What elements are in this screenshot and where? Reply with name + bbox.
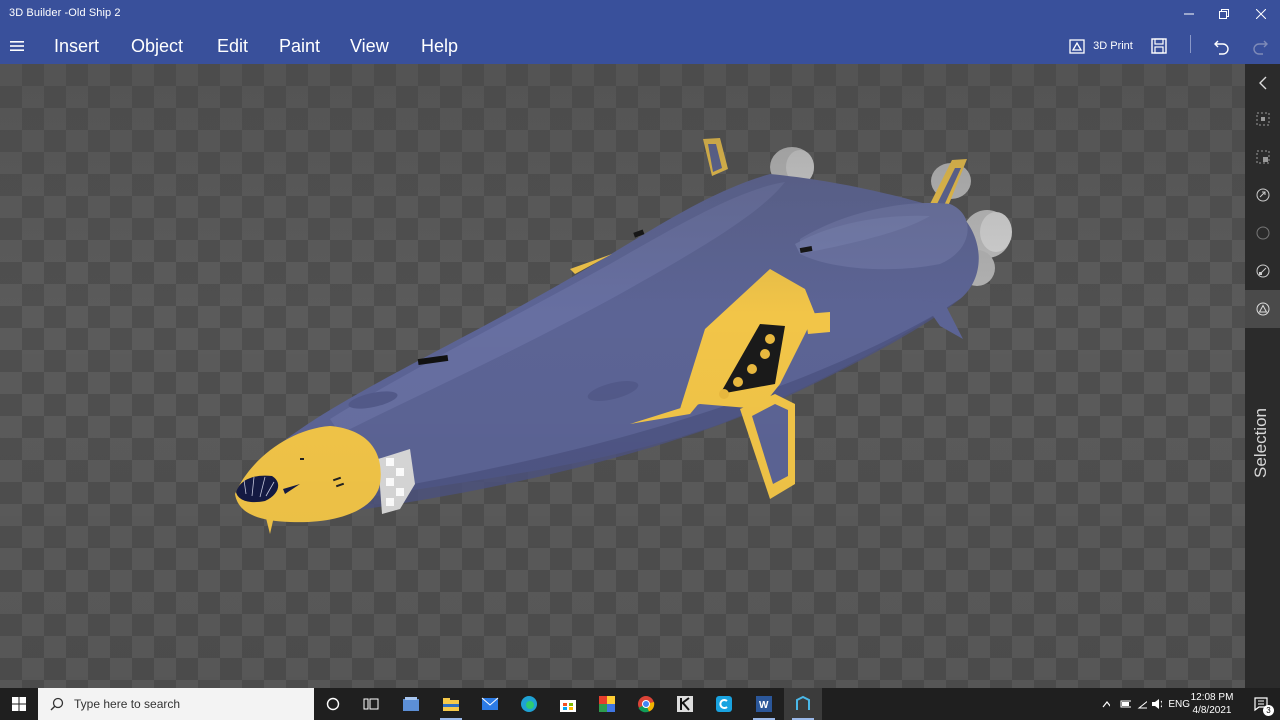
3d-print-label: 3D Print <box>1093 40 1133 52</box>
chevron-left-icon <box>1258 76 1266 90</box>
undo-button[interactable] <box>1208 28 1236 64</box>
taskbar-app-edge[interactable] <box>510 688 548 720</box>
windows-logo-icon <box>12 697 26 711</box>
title-bar: 3D Builder -Old Ship 2 <box>0 0 1280 28</box>
move-icon <box>1256 188 1269 202</box>
svg-text:W: W <box>759 700 769 711</box>
select-objects-icon <box>1256 112 1269 126</box>
language-indicator[interactable]: ENG <box>1168 699 1190 710</box>
tool-side-panel: Selection <box>1245 64 1280 688</box>
cortana-button[interactable] <box>314 688 352 720</box>
taskbar-app-k[interactable] <box>666 688 704 720</box>
rotate-icon <box>1256 226 1269 240</box>
word-icon: W <box>756 696 772 712</box>
selection-mode-button[interactable] <box>1245 290 1280 328</box>
menu-help[interactable]: Help <box>421 36 458 57</box>
taskbar-app-photos[interactable] <box>392 688 430 720</box>
save-icon <box>1151 38 1167 54</box>
chevron-up-icon[interactable] <box>1102 700 1110 708</box>
menu-paint[interactable]: Paint <box>279 36 320 57</box>
scale-button[interactable] <box>1245 252 1280 290</box>
minimize-button[interactable] <box>1172 0 1206 28</box>
mail-icon <box>481 697 499 710</box>
wifi-icon[interactable] <box>1137 698 1148 710</box>
taskbar-app-mail[interactable] <box>471 688 509 720</box>
task-view-button[interactable] <box>352 688 390 720</box>
search-icon <box>50 697 64 711</box>
system-tray: ENG <box>1100 688 1190 720</box>
clock-time: 12:08 PM <box>1190 692 1234 703</box>
start-button[interactable] <box>0 688 38 720</box>
taskbar-app-store[interactable] <box>549 688 587 720</box>
clock-date: 4/8/2021 <box>1192 705 1232 716</box>
move-button[interactable] <box>1245 176 1280 214</box>
redo-icon <box>1253 40 1268 55</box>
chrome-icon <box>638 696 655 713</box>
action-center-button[interactable]: 3 <box>1242 688 1280 720</box>
photos-app-icon <box>403 697 419 711</box>
collapse-panel-button[interactable] <box>1245 64 1280 102</box>
close-icon <box>1256 9 1266 19</box>
notification-badge: 3 <box>1263 705 1274 716</box>
toolbar-separator <box>1190 35 1191 53</box>
taskbar-app-maps[interactable] <box>588 688 626 720</box>
selection-panel-label[interactable]: Selection <box>1251 408 1271 478</box>
c-app-icon <box>716 696 732 712</box>
nose-cone <box>235 426 381 523</box>
3d-print-button[interactable]: 3D Print <box>1066 28 1136 64</box>
file-explorer-icon <box>443 698 459 711</box>
taskbar-app-word[interactable]: W <box>745 688 783 720</box>
taskbar-app-c[interactable] <box>705 688 743 720</box>
3d-print-icon <box>1069 39 1085 54</box>
colorful-app-icon <box>599 696 615 712</box>
3d-viewport[interactable] <box>0 64 1245 688</box>
checkered-band <box>378 449 415 514</box>
battery-icon[interactable] <box>1120 699 1131 709</box>
search-placeholder: Type here to search <box>74 697 181 711</box>
k-app-icon <box>677 696 693 712</box>
menu-object[interactable]: Object <box>131 36 183 57</box>
close-button[interactable] <box>1244 0 1278 28</box>
ship-model[interactable] <box>0 64 1245 688</box>
task-view-icon <box>363 698 379 710</box>
cortana-icon <box>326 697 340 711</box>
edge-icon <box>521 696 537 712</box>
minimize-icon <box>1184 13 1194 15</box>
store-icon <box>560 700 576 712</box>
undo-icon <box>1214 40 1229 55</box>
select-faces-icon <box>1256 150 1269 164</box>
volume-icon[interactable] <box>1151 698 1163 710</box>
taskbar-search-box[interactable]: Type here to search <box>38 688 314 720</box>
window-title: 3D Builder -Old Ship 2 <box>9 7 121 19</box>
rotate-button[interactable] <box>1245 214 1280 252</box>
menu-view[interactable]: View <box>350 36 389 57</box>
taskbar-app-chrome[interactable] <box>627 688 665 720</box>
scale-icon <box>1256 264 1269 278</box>
hamburger-button[interactable] <box>0 28 34 64</box>
taskbar-app-explorer[interactable] <box>432 688 470 720</box>
selection-triangle-icon <box>1256 302 1269 316</box>
clock[interactable]: 12:08 PM 4/8/2021 <box>1188 691 1236 717</box>
restore-button[interactable] <box>1207 0 1241 28</box>
3d-builder-icon <box>796 695 810 710</box>
menu-insert[interactable]: Insert <box>54 36 99 57</box>
hamburger-icon <box>10 41 24 51</box>
taskbar-app-3d-builder[interactable] <box>784 688 822 720</box>
menu-edit[interactable]: Edit <box>217 36 248 57</box>
taskbar: Type here to search W ENG 12:08 PM 4/8/2… <box>0 688 1280 720</box>
select-objects-button[interactable] <box>1245 100 1280 138</box>
menu-bar: Insert Object Edit Paint View Help 3D Pr… <box>0 28 1280 64</box>
save-button[interactable] <box>1146 28 1172 64</box>
select-faces-button[interactable] <box>1245 138 1280 176</box>
redo-button[interactable] <box>1246 28 1274 64</box>
restore-icon <box>1219 9 1229 19</box>
